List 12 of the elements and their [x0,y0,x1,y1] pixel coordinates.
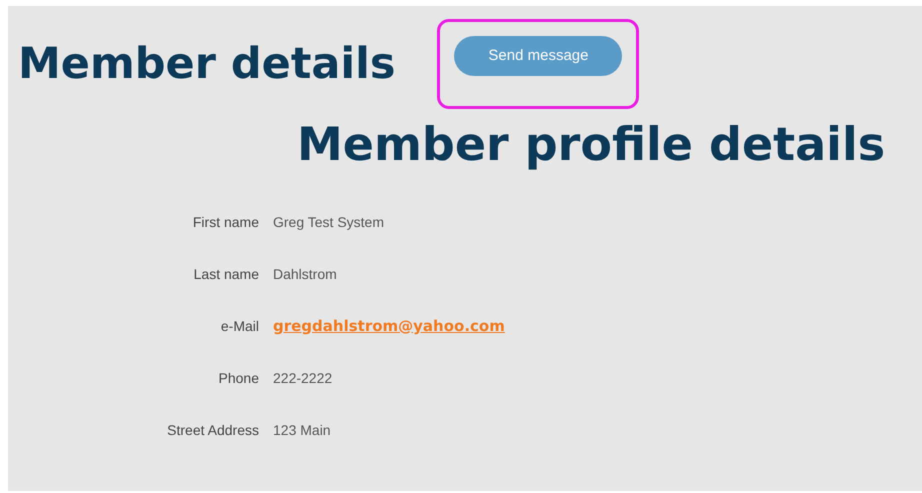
email-link[interactable]: gregdahlstrom@yahoo.com [273,314,505,338]
field-label: Street Address [166,420,260,440]
field-label: e-Mail [220,316,260,336]
field-label: First name [192,212,260,232]
field-value: Greg Test System [273,212,384,232]
send-message-button[interactable]: Send message [454,36,622,76]
field-value: 123 Main [273,420,331,440]
field-value: Dahlstrom [273,264,337,284]
field-label: Phone [218,368,260,388]
field-value: 222-2222 [273,368,332,388]
page-title: Member details [18,43,396,86]
field-label: Last name [192,264,260,284]
